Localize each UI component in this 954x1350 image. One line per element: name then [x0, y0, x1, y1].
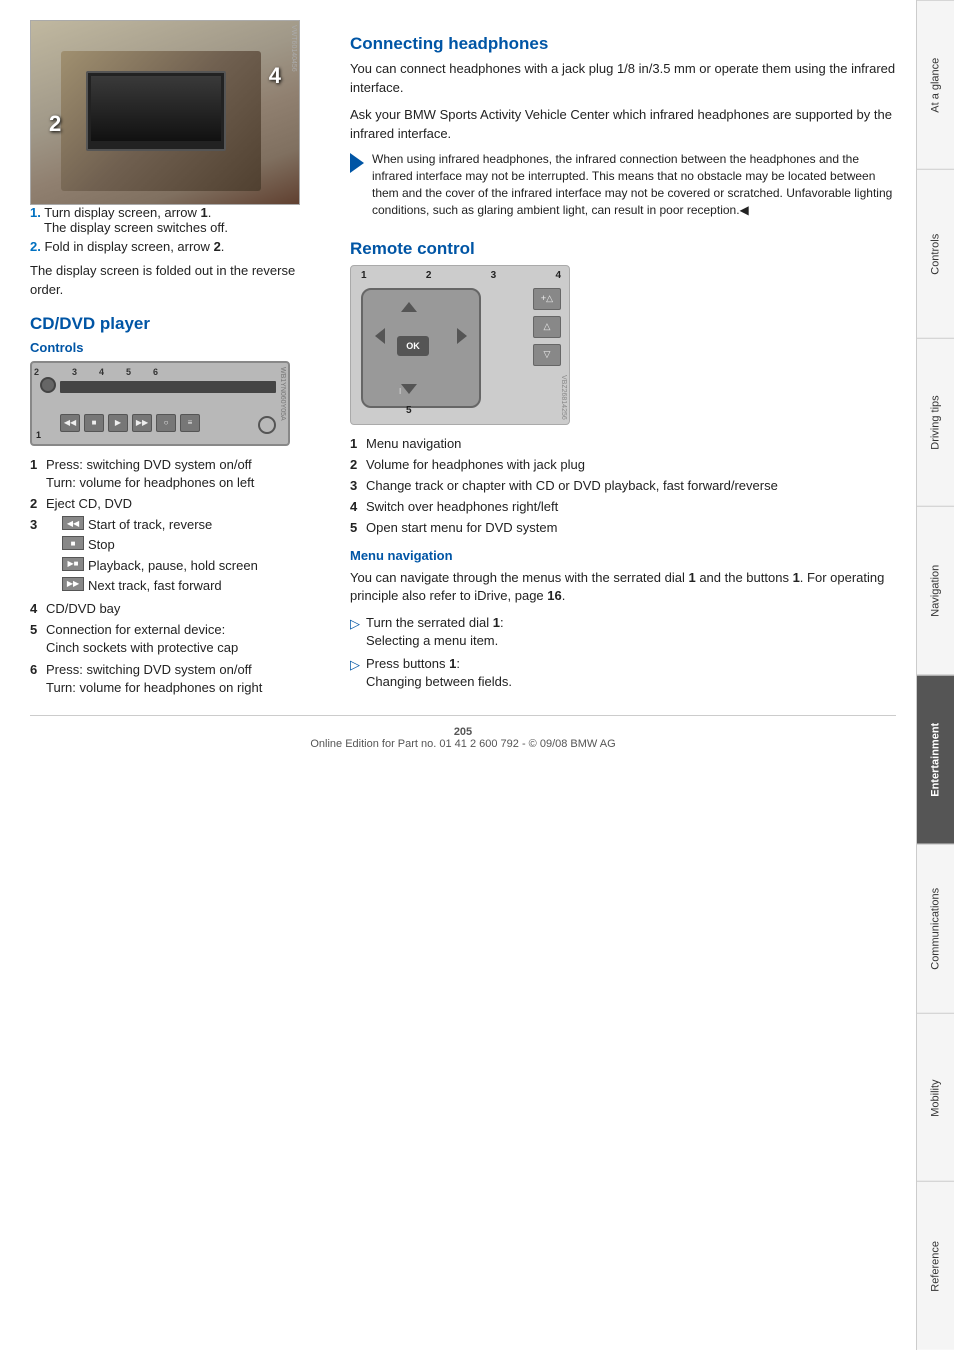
- step-1-number: 1.: [30, 205, 41, 220]
- rc-dpad-up-icon: [401, 302, 417, 312]
- note-triangle-icon: [350, 153, 364, 173]
- cd-player-image: 3 4 5 6 2 ◀◀ ■ ▶ ▶▶ ○ ≡ 1: [30, 361, 290, 446]
- cd-item-2: 2 Eject CD, DVD: [30, 495, 330, 513]
- cd-knob: [40, 377, 56, 393]
- menu-nav-subtitle: Menu navigation: [350, 548, 896, 563]
- cd-player-labels: 3 4 5 6: [72, 367, 158, 377]
- sidebar-tab-communications[interactable]: Communications: [917, 844, 954, 1013]
- step-1-subtext: The display screen switches off.: [44, 220, 330, 235]
- menu-nav-body: You can navigate through the menus with …: [350, 569, 896, 607]
- remote-item-2: 2 Volume for headphones with jack plug: [350, 456, 896, 474]
- icon-play: ▶■: [62, 557, 84, 571]
- rc-side-buttons: +△ △ ▽: [533, 288, 561, 372]
- cd-left-label: 2: [34, 367, 39, 377]
- remote-control-image: 1 2 3 4 OK I +△ △ ▽ 5: [350, 265, 570, 425]
- remote-item-4: 4 Switch over headphones right/left: [350, 498, 896, 516]
- sidebar-tab-mobility[interactable]: Mobility: [917, 1013, 954, 1182]
- rc-btn-delta: △: [533, 316, 561, 338]
- btn-extra: ○: [156, 414, 176, 432]
- arrow-instructions: ▷ Turn the serrated dial 1:Selecting a m…: [350, 614, 896, 691]
- cd-sub-ff: ▶▶ Next track, fast forward: [62, 577, 330, 595]
- image-inner: 2 4 VWT60140456: [31, 21, 299, 204]
- cd-item-5: 5 Connection for external device:Cinch s…: [30, 621, 330, 657]
- image-watermark: VWT60140456: [290, 25, 297, 72]
- headphones-body-2: Ask your BMW Sports Activity Vehicle Cen…: [350, 106, 896, 144]
- rc-watermark: VBZ26814256: [560, 375, 567, 420]
- rc-dpad-right-icon: [457, 328, 467, 344]
- arrow-item-2: ▷ Press buttons 1:Changing between field…: [350, 655, 896, 691]
- sidebar-tab-entertainment[interactable]: Entertainment: [917, 675, 954, 844]
- remote-item-5: 5 Open start menu for DVD system: [350, 519, 896, 537]
- btn-stop: ■: [84, 414, 104, 432]
- footer: 205 Online Edition for Part no. 01 41 2 …: [30, 715, 896, 756]
- cd-buttons: ◀◀ ■ ▶ ▶▶ ○ ≡: [60, 414, 200, 432]
- cd-items-list: 1 Press: switching DVD system on/offTurn…: [30, 456, 330, 697]
- cd-bottom-label: 1: [36, 430, 41, 440]
- reverse-order-text: The display screen is folded out in the …: [30, 262, 330, 300]
- controls-subtitle: Controls: [30, 340, 330, 355]
- left-column: 2 4 VWT60140456 1. Turn display screen, …: [30, 20, 330, 705]
- cd-sub-play: ▶■ Playback, pause, hold screen: [62, 557, 330, 575]
- rc-bottom-label: 5: [406, 405, 412, 416]
- arrow-icon-2: ▷: [350, 656, 360, 691]
- step-2-number: 2.: [30, 239, 41, 254]
- top-section: 2 4 VWT60140456 1. Turn display screen, …: [30, 20, 896, 705]
- rc-dpad-left-icon: [375, 328, 385, 344]
- arrow-item-1: ▷ Turn the serrated dial 1:Selecting a m…: [350, 614, 896, 650]
- btn-prev: ◀◀: [60, 414, 80, 432]
- remote-top-labels: 1 2 3 4: [361, 270, 561, 281]
- page-number: 205: [454, 726, 472, 738]
- sidebar-tab-reference[interactable]: Reference: [917, 1181, 954, 1350]
- cd-item-3: 3 ◀◀ Start of track, reverse ■ Stop ▶■ P: [30, 516, 330, 597]
- main-content: 2 4 VWT60140456 1. Turn display screen, …: [0, 0, 916, 776]
- rc-i-label: I: [399, 387, 401, 396]
- btn-next: ▶▶: [132, 414, 152, 432]
- icon-reverse: ◀◀: [62, 516, 84, 530]
- step-1-text: Turn display screen, arrow 1.: [44, 205, 211, 220]
- cd-sub-reverse: ◀◀ Start of track, reverse: [62, 516, 330, 534]
- cd-item-6: 6 Press: switching DVD system on/offTurn…: [30, 661, 330, 697]
- remote-control-title: Remote control: [350, 239, 896, 259]
- cd-sub-stop: ■ Stop: [62, 536, 330, 554]
- remote-item-1: 1 Menu navigation: [350, 435, 896, 453]
- headphones-section-title: Connecting headphones: [350, 34, 896, 54]
- cd-watermark: WB1YN060Y05A: [279, 367, 286, 421]
- arrow-icon-1: ▷: [350, 615, 360, 650]
- cd-item-4: 4 CD/DVD bay: [30, 600, 330, 618]
- cd-dvd-section-title: CD/DVD player: [30, 314, 330, 334]
- step-2-text: Fold in display screen, arrow 2.: [44, 239, 224, 254]
- rc-ok-button: OK: [397, 336, 429, 356]
- right-column: Connecting headphones You can connect he…: [350, 20, 896, 705]
- sidebar-tabs: At a glance Controls Driving tips Naviga…: [916, 0, 954, 1350]
- icon-ff: ▶▶: [62, 577, 84, 591]
- headphones-body-1: You can connect headphones with a jack p…: [350, 60, 896, 98]
- footer-text: Online Edition for Part no. 01 41 2 600 …: [310, 738, 615, 750]
- btn-extra2: ≡: [180, 414, 200, 432]
- btn-play: ▶: [108, 414, 128, 432]
- sidebar-tab-controls[interactable]: Controls: [917, 169, 954, 338]
- cd-circle-btn: [258, 416, 276, 434]
- sidebar-tab-driving-tips[interactable]: Driving tips: [917, 338, 954, 507]
- remote-items-list: 1 Menu navigation 2 Volume for headphone…: [350, 435, 896, 538]
- rc-btn-plus: +△: [533, 288, 561, 310]
- sidebar-tab-navigation[interactable]: Navigation: [917, 506, 954, 675]
- rc-btn-nabla: ▽: [533, 344, 561, 366]
- note-text: When using infrared headphones, the infr…: [372, 151, 896, 218]
- step-1: 1. Turn display screen, arrow 1. The dis…: [30, 205, 330, 235]
- step-2: 2. Fold in display screen, arrow 2.: [30, 239, 330, 254]
- rc-dpad-down-icon: [401, 384, 417, 394]
- cd-item-1: 1 Press: switching DVD system on/offTurn…: [30, 456, 330, 492]
- remote-item-3: 3 Change track or chapter with CD or DVD…: [350, 477, 896, 495]
- display-screen-image: 2 4 VWT60140456: [30, 20, 300, 205]
- remote-body: OK I: [361, 288, 481, 408]
- cd-slot: [60, 381, 276, 393]
- icon-stop: ■: [62, 536, 84, 550]
- infrared-note: When using infrared headphones, the infr…: [350, 151, 896, 218]
- sidebar-tab-at-a-glance[interactable]: At a glance: [917, 0, 954, 169]
